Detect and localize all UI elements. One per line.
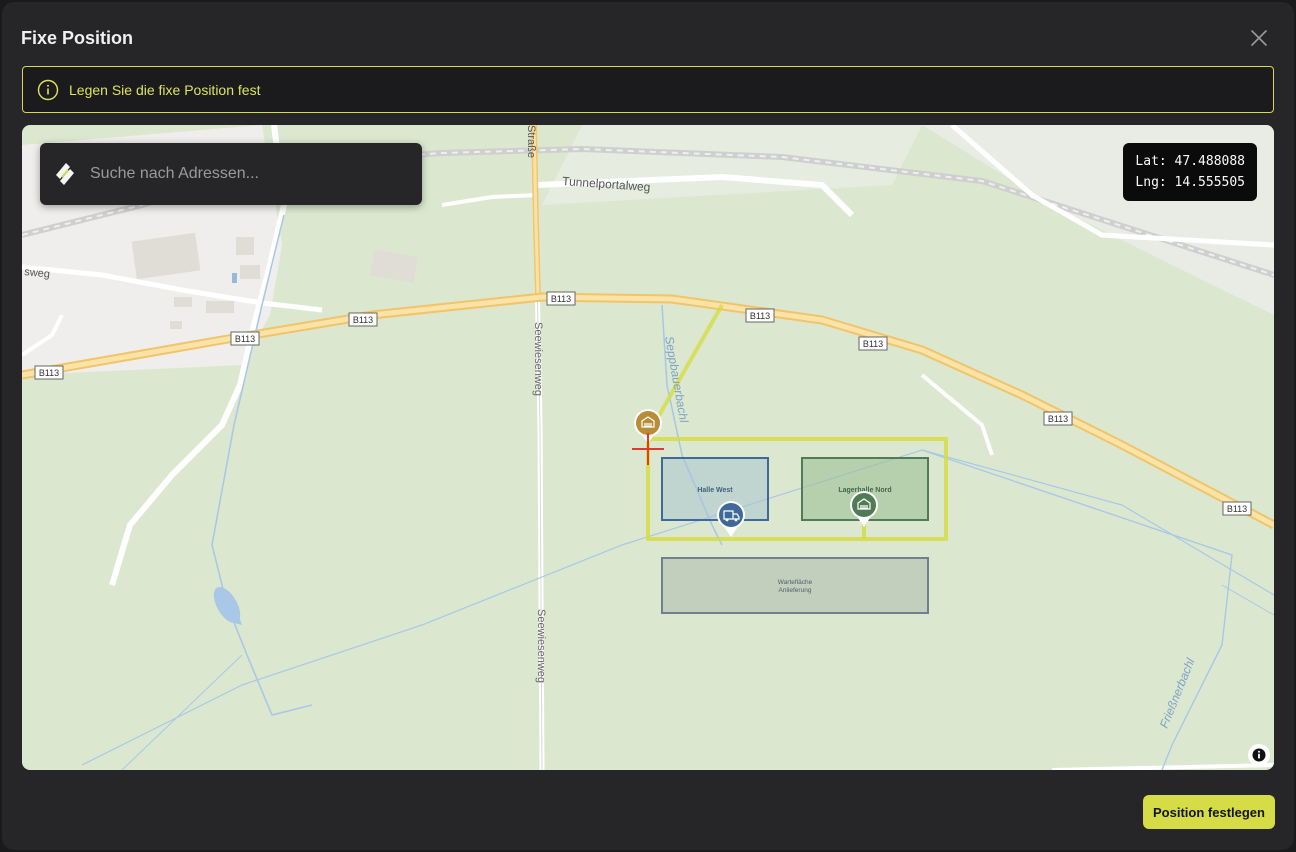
road-shield: B113 xyxy=(1222,501,1252,516)
coordinate-readout: Lat: 47.488088 Lng: 14.555505 xyxy=(1123,143,1257,201)
svg-text:B113: B113 xyxy=(1227,504,1247,514)
marker-truck-blue[interactable] xyxy=(717,501,745,537)
street-label-strasse: Straße xyxy=(525,125,537,158)
road-shield: B113 xyxy=(1043,411,1073,426)
brand-logo-icon xyxy=(56,163,74,185)
road-shield: B113 xyxy=(745,308,775,323)
road-shield: B113 xyxy=(546,291,576,306)
close-icon[interactable] xyxy=(1248,27,1270,49)
marker-warehouse-green[interactable] xyxy=(850,491,878,527)
dialog-title: Fixe Position xyxy=(21,28,134,48)
map-view[interactable]: Halle West Lagerhalle Nord Wartefläche A… xyxy=(22,125,1274,770)
address-search-box xyxy=(40,143,422,205)
fixe-position-dialog: Fixe Position Legen Sie die fixe Positio… xyxy=(2,2,1294,850)
map-canvas[interactable]: Halle West Lagerhalle Nord Wartefläche A… xyxy=(22,125,1274,770)
svg-text:B113: B113 xyxy=(235,334,255,344)
road-shield: B113 xyxy=(858,336,888,351)
street-label-seewiesenweg-1: Seewiesenweg xyxy=(532,322,544,396)
svg-text:B113: B113 xyxy=(750,311,770,321)
road-shield: B113 xyxy=(348,312,378,327)
address-search-input[interactable] xyxy=(88,164,410,184)
longitude-text: Lng: 14.555505 xyxy=(1135,175,1245,190)
svg-text:B113: B113 xyxy=(353,315,373,325)
zone-label-warte-2: Anlieferung xyxy=(779,587,812,594)
svg-text:B113: B113 xyxy=(863,339,883,349)
info-notice: Legen Sie die fixe Position fest xyxy=(22,66,1274,113)
zone-label-halle-west: Halle West xyxy=(697,487,733,494)
svg-text:B113: B113 xyxy=(551,294,571,304)
street-label-friessnerbachl: Frießnerbachl xyxy=(1157,656,1198,730)
set-position-button[interactable]: Position festlegen xyxy=(1143,795,1275,829)
notice-text: Legen Sie die fixe Position fest xyxy=(69,81,261,98)
latitude-text: Lat: 47.488088 xyxy=(1135,154,1245,169)
map-attribution-button[interactable] xyxy=(1248,744,1270,766)
zone-label-warte-1: Wartefläche xyxy=(778,579,813,586)
street-label-seewiesenweg-2: Seewiesenweg xyxy=(535,609,547,683)
info-circle-icon xyxy=(37,79,59,100)
road-shield: B113 xyxy=(34,365,64,380)
road-shield: B113 xyxy=(230,331,260,346)
info-icon xyxy=(1252,748,1266,762)
svg-text:B113: B113 xyxy=(1048,414,1068,424)
svg-text:B113: B113 xyxy=(39,368,59,378)
